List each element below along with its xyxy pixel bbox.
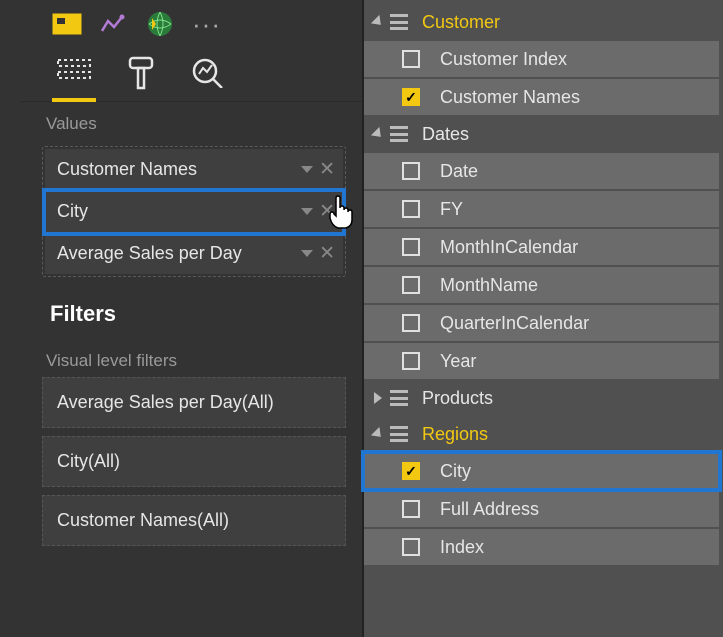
viz-panel-tabs xyxy=(20,44,362,102)
field-checkbox[interactable] xyxy=(402,50,420,68)
chevron-down-icon[interactable] xyxy=(301,208,313,215)
chevron-down-icon[interactable] xyxy=(301,250,313,257)
field-name: MonthName xyxy=(440,275,538,296)
field-row[interactable]: Customer Index xyxy=(364,41,719,77)
analytics-tab[interactable] xyxy=(190,56,226,101)
chevron-down-icon[interactable] xyxy=(301,166,313,173)
field-row[interactable]: QuarterInCalendar xyxy=(364,305,719,341)
fields-tab[interactable] xyxy=(56,56,92,101)
field-name: FY xyxy=(440,199,463,220)
field-name: Customer Names xyxy=(440,87,580,108)
field-row[interactable]: Index xyxy=(364,529,719,565)
field-checkbox[interactable] xyxy=(402,500,420,518)
more-visuals-icon[interactable]: ··· xyxy=(192,9,221,40)
field-checkbox[interactable] xyxy=(402,276,420,294)
field-name: Full Address xyxy=(440,499,539,520)
table-icon xyxy=(390,390,408,406)
fields-pane: Customer Customer Index ✓ Customer Names Dat… xyxy=(362,0,723,637)
expand-icon[interactable] xyxy=(371,127,385,141)
table-name: Products xyxy=(422,388,493,409)
field-checkbox[interactable] xyxy=(402,352,420,370)
field-checkbox[interactable]: ✓ xyxy=(402,88,420,106)
value-field-city[interactable]: City ✕ xyxy=(45,191,343,233)
table-icon xyxy=(390,126,408,142)
filters-title: Filters xyxy=(20,283,362,339)
format-tab[interactable] xyxy=(126,56,156,101)
visual-filters-label: Visual level filters xyxy=(20,339,362,377)
field-row[interactable]: ✓ Customer Names xyxy=(364,79,719,115)
table-name: Dates xyxy=(422,124,469,145)
field-checkbox[interactable] xyxy=(402,162,420,180)
table-icon xyxy=(390,426,408,442)
card-visual-icon[interactable] xyxy=(52,13,82,35)
field-row[interactable]: MonthInCalendar xyxy=(364,229,719,265)
value-field-avg-sales[interactable]: Average Sales per Day ✕ xyxy=(45,233,343,274)
values-label: Values xyxy=(20,102,362,140)
remove-field-icon[interactable]: ✕ xyxy=(319,160,335,179)
field-checkbox[interactable] xyxy=(402,238,420,256)
expand-icon[interactable] xyxy=(371,427,385,441)
field-checkbox[interactable] xyxy=(402,538,420,556)
field-label: City xyxy=(57,201,88,222)
field-row[interactable]: FY xyxy=(364,191,719,227)
table-icon xyxy=(390,14,408,30)
table-name: Customer xyxy=(422,12,500,33)
table-header-regions[interactable]: Regions xyxy=(364,416,723,452)
value-field-customer-names[interactable]: Customer Names ✕ xyxy=(45,149,343,191)
field-row[interactable]: Year xyxy=(364,343,719,379)
field-checkbox[interactable] xyxy=(402,314,420,332)
field-name: Index xyxy=(440,537,484,558)
line-chart-icon[interactable] xyxy=(100,13,128,35)
field-label: Customer Names xyxy=(57,159,197,180)
table-header-customer[interactable]: Customer xyxy=(364,4,723,40)
remove-field-icon[interactable]: ✕ xyxy=(319,244,335,263)
table-name: Regions xyxy=(422,424,488,445)
field-name: Year xyxy=(440,351,476,372)
table-header-products[interactable]: Products xyxy=(364,380,723,416)
remove-field-icon[interactable]: ✕ xyxy=(319,202,335,221)
table-header-dates[interactable]: Dates xyxy=(364,116,723,152)
field-row[interactable]: Date xyxy=(364,153,719,189)
values-well[interactable]: Customer Names ✕ City ✕ Average Sales pe… xyxy=(42,146,346,277)
field-name: QuarterInCalendar xyxy=(440,313,589,334)
field-row[interactable]: Full Address xyxy=(364,491,719,527)
field-name: City xyxy=(440,461,471,482)
filter-customer-names[interactable]: Customer Names(All) xyxy=(42,495,346,546)
field-row[interactable]: ✓ City xyxy=(364,453,719,489)
field-name: Date xyxy=(440,161,478,182)
field-name: Customer Index xyxy=(440,49,567,70)
globe-visual-icon[interactable] xyxy=(146,10,174,38)
field-checkbox[interactable] xyxy=(402,200,420,218)
field-label: Average Sales per Day xyxy=(57,243,242,264)
field-checkbox[interactable]: ✓ xyxy=(402,462,420,480)
field-name: MonthInCalendar xyxy=(440,237,578,258)
expand-icon[interactable] xyxy=(374,392,382,404)
filter-city[interactable]: City(All) xyxy=(42,436,346,487)
visual-toolbar: ··· xyxy=(20,4,362,44)
expand-icon[interactable] xyxy=(371,15,385,29)
filter-avg-sales[interactable]: Average Sales per Day(All) xyxy=(42,377,346,428)
field-row[interactable]: MonthName xyxy=(364,267,719,303)
